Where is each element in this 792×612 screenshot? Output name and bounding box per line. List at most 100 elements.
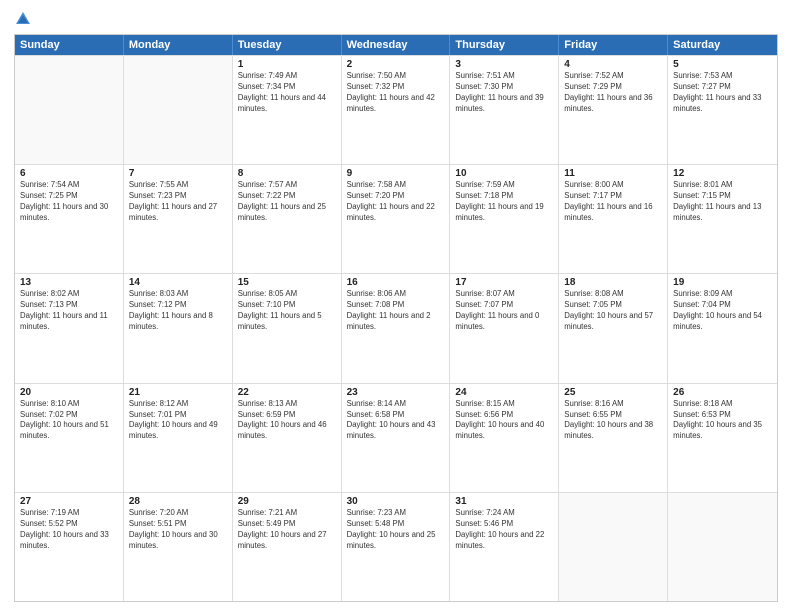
cal-cell: 17Sunrise: 8:07 AM Sunset: 7:07 PM Dayli… — [450, 274, 559, 382]
cal-cell: 1Sunrise: 7:49 AM Sunset: 7:34 PM Daylig… — [233, 56, 342, 164]
day-detail: Sunrise: 7:55 AM Sunset: 7:23 PM Dayligh… — [129, 180, 227, 224]
calendar-header-row: SundayMondayTuesdayWednesdayThursdayFrid… — [15, 35, 777, 55]
day-number: 28 — [129, 496, 227, 507]
cal-cell: 22Sunrise: 8:13 AM Sunset: 6:59 PM Dayli… — [233, 384, 342, 492]
calendar: SundayMondayTuesdayWednesdayThursdayFrid… — [14, 34, 778, 602]
day-number: 19 — [673, 277, 772, 288]
day-number: 10 — [455, 168, 553, 179]
day-detail: Sunrise: 8:03 AM Sunset: 7:12 PM Dayligh… — [129, 289, 227, 333]
cal-cell: 26Sunrise: 8:18 AM Sunset: 6:53 PM Dayli… — [668, 384, 777, 492]
day-detail: Sunrise: 7:51 AM Sunset: 7:30 PM Dayligh… — [455, 71, 553, 115]
day-number: 16 — [347, 277, 445, 288]
day-number: 7 — [129, 168, 227, 179]
day-detail: Sunrise: 8:13 AM Sunset: 6:59 PM Dayligh… — [238, 399, 336, 443]
day-number: 23 — [347, 387, 445, 398]
day-number: 31 — [455, 496, 553, 507]
logo — [14, 10, 34, 28]
cal-row-1: 6Sunrise: 7:54 AM Sunset: 7:25 PM Daylig… — [15, 164, 777, 273]
day-detail: Sunrise: 7:24 AM Sunset: 5:46 PM Dayligh… — [455, 508, 553, 552]
cal-cell: 31Sunrise: 7:24 AM Sunset: 5:46 PM Dayli… — [450, 493, 559, 601]
day-detail: Sunrise: 8:09 AM Sunset: 7:04 PM Dayligh… — [673, 289, 772, 333]
cal-cell: 5Sunrise: 7:53 AM Sunset: 7:27 PM Daylig… — [668, 56, 777, 164]
cal-cell — [668, 493, 777, 601]
day-detail: Sunrise: 7:19 AM Sunset: 5:52 PM Dayligh… — [20, 508, 118, 552]
day-number: 2 — [347, 59, 445, 70]
cal-cell: 6Sunrise: 7:54 AM Sunset: 7:25 PM Daylig… — [15, 165, 124, 273]
calendar-body: 1Sunrise: 7:49 AM Sunset: 7:34 PM Daylig… — [15, 55, 777, 601]
day-number: 6 — [20, 168, 118, 179]
day-detail: Sunrise: 8:10 AM Sunset: 7:02 PM Dayligh… — [20, 399, 118, 443]
day-detail: Sunrise: 8:07 AM Sunset: 7:07 PM Dayligh… — [455, 289, 553, 333]
day-number: 12 — [673, 168, 772, 179]
day-number: 9 — [347, 168, 445, 179]
day-detail: Sunrise: 7:58 AM Sunset: 7:20 PM Dayligh… — [347, 180, 445, 224]
header-wednesday: Wednesday — [342, 35, 451, 55]
day-detail: Sunrise: 8:01 AM Sunset: 7:15 PM Dayligh… — [673, 180, 772, 224]
day-number: 22 — [238, 387, 336, 398]
header-tuesday: Tuesday — [233, 35, 342, 55]
day-number: 5 — [673, 59, 772, 70]
cal-row-4: 27Sunrise: 7:19 AM Sunset: 5:52 PM Dayli… — [15, 492, 777, 601]
day-detail: Sunrise: 7:21 AM Sunset: 5:49 PM Dayligh… — [238, 508, 336, 552]
day-number: 8 — [238, 168, 336, 179]
header-friday: Friday — [559, 35, 668, 55]
cal-cell: 18Sunrise: 8:08 AM Sunset: 7:05 PM Dayli… — [559, 274, 668, 382]
day-number: 27 — [20, 496, 118, 507]
cal-cell: 13Sunrise: 8:02 AM Sunset: 7:13 PM Dayli… — [15, 274, 124, 382]
cal-cell — [559, 493, 668, 601]
day-detail: Sunrise: 8:06 AM Sunset: 7:08 PM Dayligh… — [347, 289, 445, 333]
cal-cell: 20Sunrise: 8:10 AM Sunset: 7:02 PM Dayli… — [15, 384, 124, 492]
cal-row-2: 13Sunrise: 8:02 AM Sunset: 7:13 PM Dayli… — [15, 273, 777, 382]
day-number: 30 — [347, 496, 445, 507]
cal-cell: 16Sunrise: 8:06 AM Sunset: 7:08 PM Dayli… — [342, 274, 451, 382]
day-number: 25 — [564, 387, 662, 398]
day-number: 3 — [455, 59, 553, 70]
day-number: 4 — [564, 59, 662, 70]
cal-cell: 19Sunrise: 8:09 AM Sunset: 7:04 PM Dayli… — [668, 274, 777, 382]
day-detail: Sunrise: 7:49 AM Sunset: 7:34 PM Dayligh… — [238, 71, 336, 115]
day-number: 17 — [455, 277, 553, 288]
day-number: 24 — [455, 387, 553, 398]
header — [14, 10, 778, 28]
day-number: 18 — [564, 277, 662, 288]
header-sunday: Sunday — [15, 35, 124, 55]
header-thursday: Thursday — [450, 35, 559, 55]
cal-cell — [124, 56, 233, 164]
day-detail: Sunrise: 7:23 AM Sunset: 5:48 PM Dayligh… — [347, 508, 445, 552]
cal-cell: 21Sunrise: 8:12 AM Sunset: 7:01 PM Dayli… — [124, 384, 233, 492]
day-number: 1 — [238, 59, 336, 70]
day-number: 15 — [238, 277, 336, 288]
day-detail: Sunrise: 8:02 AM Sunset: 7:13 PM Dayligh… — [20, 289, 118, 333]
day-detail: Sunrise: 8:12 AM Sunset: 7:01 PM Dayligh… — [129, 399, 227, 443]
cal-row-0: 1Sunrise: 7:49 AM Sunset: 7:34 PM Daylig… — [15, 55, 777, 164]
day-number: 14 — [129, 277, 227, 288]
cal-cell: 24Sunrise: 8:15 AM Sunset: 6:56 PM Dayli… — [450, 384, 559, 492]
day-detail: Sunrise: 8:00 AM Sunset: 7:17 PM Dayligh… — [564, 180, 662, 224]
day-number: 26 — [673, 387, 772, 398]
cal-cell: 23Sunrise: 8:14 AM Sunset: 6:58 PM Dayli… — [342, 384, 451, 492]
cal-cell: 2Sunrise: 7:50 AM Sunset: 7:32 PM Daylig… — [342, 56, 451, 164]
day-detail: Sunrise: 7:57 AM Sunset: 7:22 PM Dayligh… — [238, 180, 336, 224]
header-saturday: Saturday — [668, 35, 777, 55]
cal-cell: 12Sunrise: 8:01 AM Sunset: 7:15 PM Dayli… — [668, 165, 777, 273]
day-detail: Sunrise: 7:50 AM Sunset: 7:32 PM Dayligh… — [347, 71, 445, 115]
day-detail: Sunrise: 7:54 AM Sunset: 7:25 PM Dayligh… — [20, 180, 118, 224]
day-detail: Sunrise: 8:16 AM Sunset: 6:55 PM Dayligh… — [564, 399, 662, 443]
cal-cell: 3Sunrise: 7:51 AM Sunset: 7:30 PM Daylig… — [450, 56, 559, 164]
day-detail: Sunrise: 8:18 AM Sunset: 6:53 PM Dayligh… — [673, 399, 772, 443]
header-monday: Monday — [124, 35, 233, 55]
cal-row-3: 20Sunrise: 8:10 AM Sunset: 7:02 PM Dayli… — [15, 383, 777, 492]
cal-cell — [15, 56, 124, 164]
logo-icon — [14, 10, 32, 28]
day-number: 20 — [20, 387, 118, 398]
day-number: 13 — [20, 277, 118, 288]
cal-cell: 30Sunrise: 7:23 AM Sunset: 5:48 PM Dayli… — [342, 493, 451, 601]
day-detail: Sunrise: 8:05 AM Sunset: 7:10 PM Dayligh… — [238, 289, 336, 333]
cal-cell: 9Sunrise: 7:58 AM Sunset: 7:20 PM Daylig… — [342, 165, 451, 273]
day-detail: Sunrise: 8:14 AM Sunset: 6:58 PM Dayligh… — [347, 399, 445, 443]
cal-cell: 29Sunrise: 7:21 AM Sunset: 5:49 PM Dayli… — [233, 493, 342, 601]
cal-cell: 28Sunrise: 7:20 AM Sunset: 5:51 PM Dayli… — [124, 493, 233, 601]
day-detail: Sunrise: 7:52 AM Sunset: 7:29 PM Dayligh… — [564, 71, 662, 115]
day-detail: Sunrise: 8:08 AM Sunset: 7:05 PM Dayligh… — [564, 289, 662, 333]
cal-cell: 7Sunrise: 7:55 AM Sunset: 7:23 PM Daylig… — [124, 165, 233, 273]
